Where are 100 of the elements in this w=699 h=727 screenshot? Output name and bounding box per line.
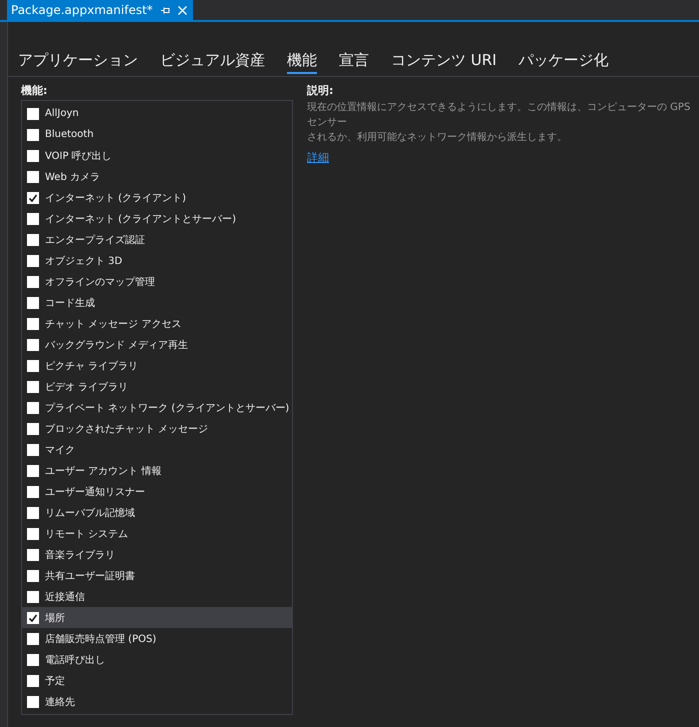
checkbox[interactable] [27, 486, 39, 498]
tab[interactable]: ビジュアル資産 [160, 48, 265, 74]
capability-item[interactable]: ブロックされたチャット メッセージ [22, 418, 292, 439]
tab[interactable]: 宣言 [339, 48, 369, 74]
capability-item[interactable]: 近接通信 [22, 586, 292, 607]
checkbox[interactable] [27, 192, 39, 204]
capability-label: チャット メッセージ アクセス [45, 318, 182, 330]
capability-item[interactable]: 場所 [22, 607, 292, 628]
capability-item[interactable]: プライベート ネットワーク (クライアントとサーバー) [22, 397, 292, 418]
capability-item[interactable]: リムーバブル記憶域 [22, 502, 292, 523]
capability-item[interactable]: 音楽ライブラリ [22, 544, 292, 565]
capability-label: AllJoyn [45, 108, 79, 119]
description-heading: 説明: [307, 83, 334, 99]
capability-label: リモート システム [45, 528, 128, 540]
tab[interactable]: コンテンツ URI [391, 48, 497, 74]
document-tab-title: Package.appxmanifest* [11, 3, 153, 17]
checkbox[interactable] [27, 128, 39, 140]
capability-label: プライベート ネットワーク (クライアントとサーバー) [45, 402, 290, 414]
checkbox[interactable] [27, 296, 39, 308]
tab[interactable]: パッケージ化 [518, 48, 609, 74]
capability-label: インターネット (クライアントとサーバー) [45, 212, 236, 226]
capability-item[interactable]: オブジェクト 3D [22, 250, 292, 271]
capability-label: 近接通信 [45, 590, 85, 604]
details-link[interactable]: 詳細 [307, 150, 329, 165]
capability-item[interactable]: ピクチャ ライブラリ [22, 355, 292, 376]
capability-item[interactable]: 店舗販売時点管理 (POS) [22, 628, 292, 649]
capability-label: ピクチャ ライブラリ [45, 360, 138, 372]
capability-item[interactable]: ユーザー通知リスナー [22, 481, 292, 502]
capabilities-heading: 機能: [21, 83, 48, 99]
capability-label: ブロックされたチャット メッセージ [45, 422, 208, 436]
checkbox[interactable] [27, 234, 39, 246]
checkbox[interactable] [27, 444, 39, 456]
capability-label: ユーザー通知リスナー [45, 486, 145, 498]
capability-item[interactable]: 予定 [22, 670, 292, 691]
checkbox[interactable] [27, 632, 39, 644]
checkbox[interactable] [27, 590, 39, 602]
capability-item[interactable]: インターネット (クライアントとサーバー) [22, 208, 292, 229]
capability-label: 共有ユーザー証明書 [45, 570, 135, 582]
capability-label: 音楽ライブラリ [45, 548, 115, 562]
capability-label: ユーザー アカウント 情報 [45, 464, 162, 478]
checkbox[interactable] [27, 696, 39, 708]
capability-label: オフラインのマップ管理 [45, 276, 155, 288]
checkbox[interactable] [27, 422, 39, 434]
capability-item[interactable]: 電話呼び出し [22, 649, 292, 670]
capability-item[interactable]: 連絡先 [22, 691, 292, 712]
capability-item[interactable]: バックグラウンド メディア再生 [22, 334, 292, 355]
close-icon[interactable] [178, 6, 187, 14]
tab[interactable]: 機能 [287, 48, 317, 74]
capability-label: エンタープライズ認証 [45, 234, 145, 246]
checkbox[interactable] [27, 654, 39, 666]
capability-item[interactable]: ユーザー アカウント 情報 [22, 460, 292, 481]
checkbox[interactable] [27, 338, 39, 350]
capability-item[interactable]: 共有ユーザー証明書 [22, 565, 292, 586]
checkbox[interactable] [27, 612, 39, 624]
checkbox[interactable] [27, 170, 39, 182]
capability-item[interactable]: インターネット (クライアント) [22, 187, 292, 208]
capability-label: Bluetooth [45, 129, 94, 140]
checkbox[interactable] [27, 318, 39, 330]
capability-item[interactable]: AllJoyn [22, 103, 292, 124]
capability-label: 連絡先 [45, 696, 75, 708]
checkbox[interactable] [27, 212, 39, 224]
pin-icon[interactable] [160, 6, 170, 14]
capability-label: ビデオ ライブラリ [45, 380, 128, 394]
capability-item[interactable]: エンタープライズ認証 [22, 229, 292, 250]
capability-label: オブジェクト 3D [45, 254, 122, 268]
checkbox[interactable] [27, 108, 39, 120]
capability-item[interactable]: オフラインのマップ管理 [22, 271, 292, 292]
capability-label: コード生成 [45, 296, 95, 310]
capability-item[interactable]: Web カメラ [22, 166, 292, 187]
capability-label: バックグラウンド メディア再生 [45, 338, 188, 352]
capability-item[interactable]: チャット メッセージ アクセス [22, 313, 292, 334]
capability-label: リムーバブル記憶域 [45, 506, 135, 520]
capability-item[interactable]: ビデオ ライブラリ [22, 376, 292, 397]
capability-label: 予定 [45, 674, 65, 688]
capability-item[interactable]: コード生成 [22, 292, 292, 313]
tab[interactable]: アプリケーション [18, 48, 138, 74]
capability-label: マイク [45, 444, 75, 456]
checkbox[interactable] [27, 548, 39, 560]
capability-label: VOIP 呼び出し [45, 150, 112, 162]
capability-label: 店舗販売時点管理 (POS) [45, 632, 156, 646]
checkbox[interactable] [27, 674, 39, 686]
checkbox[interactable] [27, 570, 39, 582]
capability-item[interactable]: Bluetooth [22, 124, 292, 145]
checkbox[interactable] [27, 528, 39, 540]
checkbox[interactable] [27, 276, 39, 288]
checkbox[interactable] [27, 506, 39, 518]
description-text: されるか、利用可能なネットワーク情報から派生します。 [307, 130, 568, 145]
capability-item[interactable]: マイク [22, 439, 292, 460]
checkbox[interactable] [27, 150, 39, 162]
capability-item[interactable]: リモート システム [22, 523, 292, 544]
description-text: 現在の位置情報にアクセスできるようにします。この情報は、コンピューターの GPS センサー [307, 100, 691, 130]
checkbox[interactable] [27, 402, 39, 414]
checkbox[interactable] [27, 254, 39, 266]
checkbox[interactable] [27, 464, 39, 476]
capability-label: インターネット (クライアント) [45, 192, 186, 204]
document-tab[interactable]: Package.appxmanifest* [7, 0, 193, 20]
capability-item[interactable]: VOIP 呼び出し [22, 145, 292, 166]
checkbox[interactable] [27, 380, 39, 392]
capability-label: 場所 [45, 612, 65, 624]
checkbox[interactable] [27, 360, 39, 372]
